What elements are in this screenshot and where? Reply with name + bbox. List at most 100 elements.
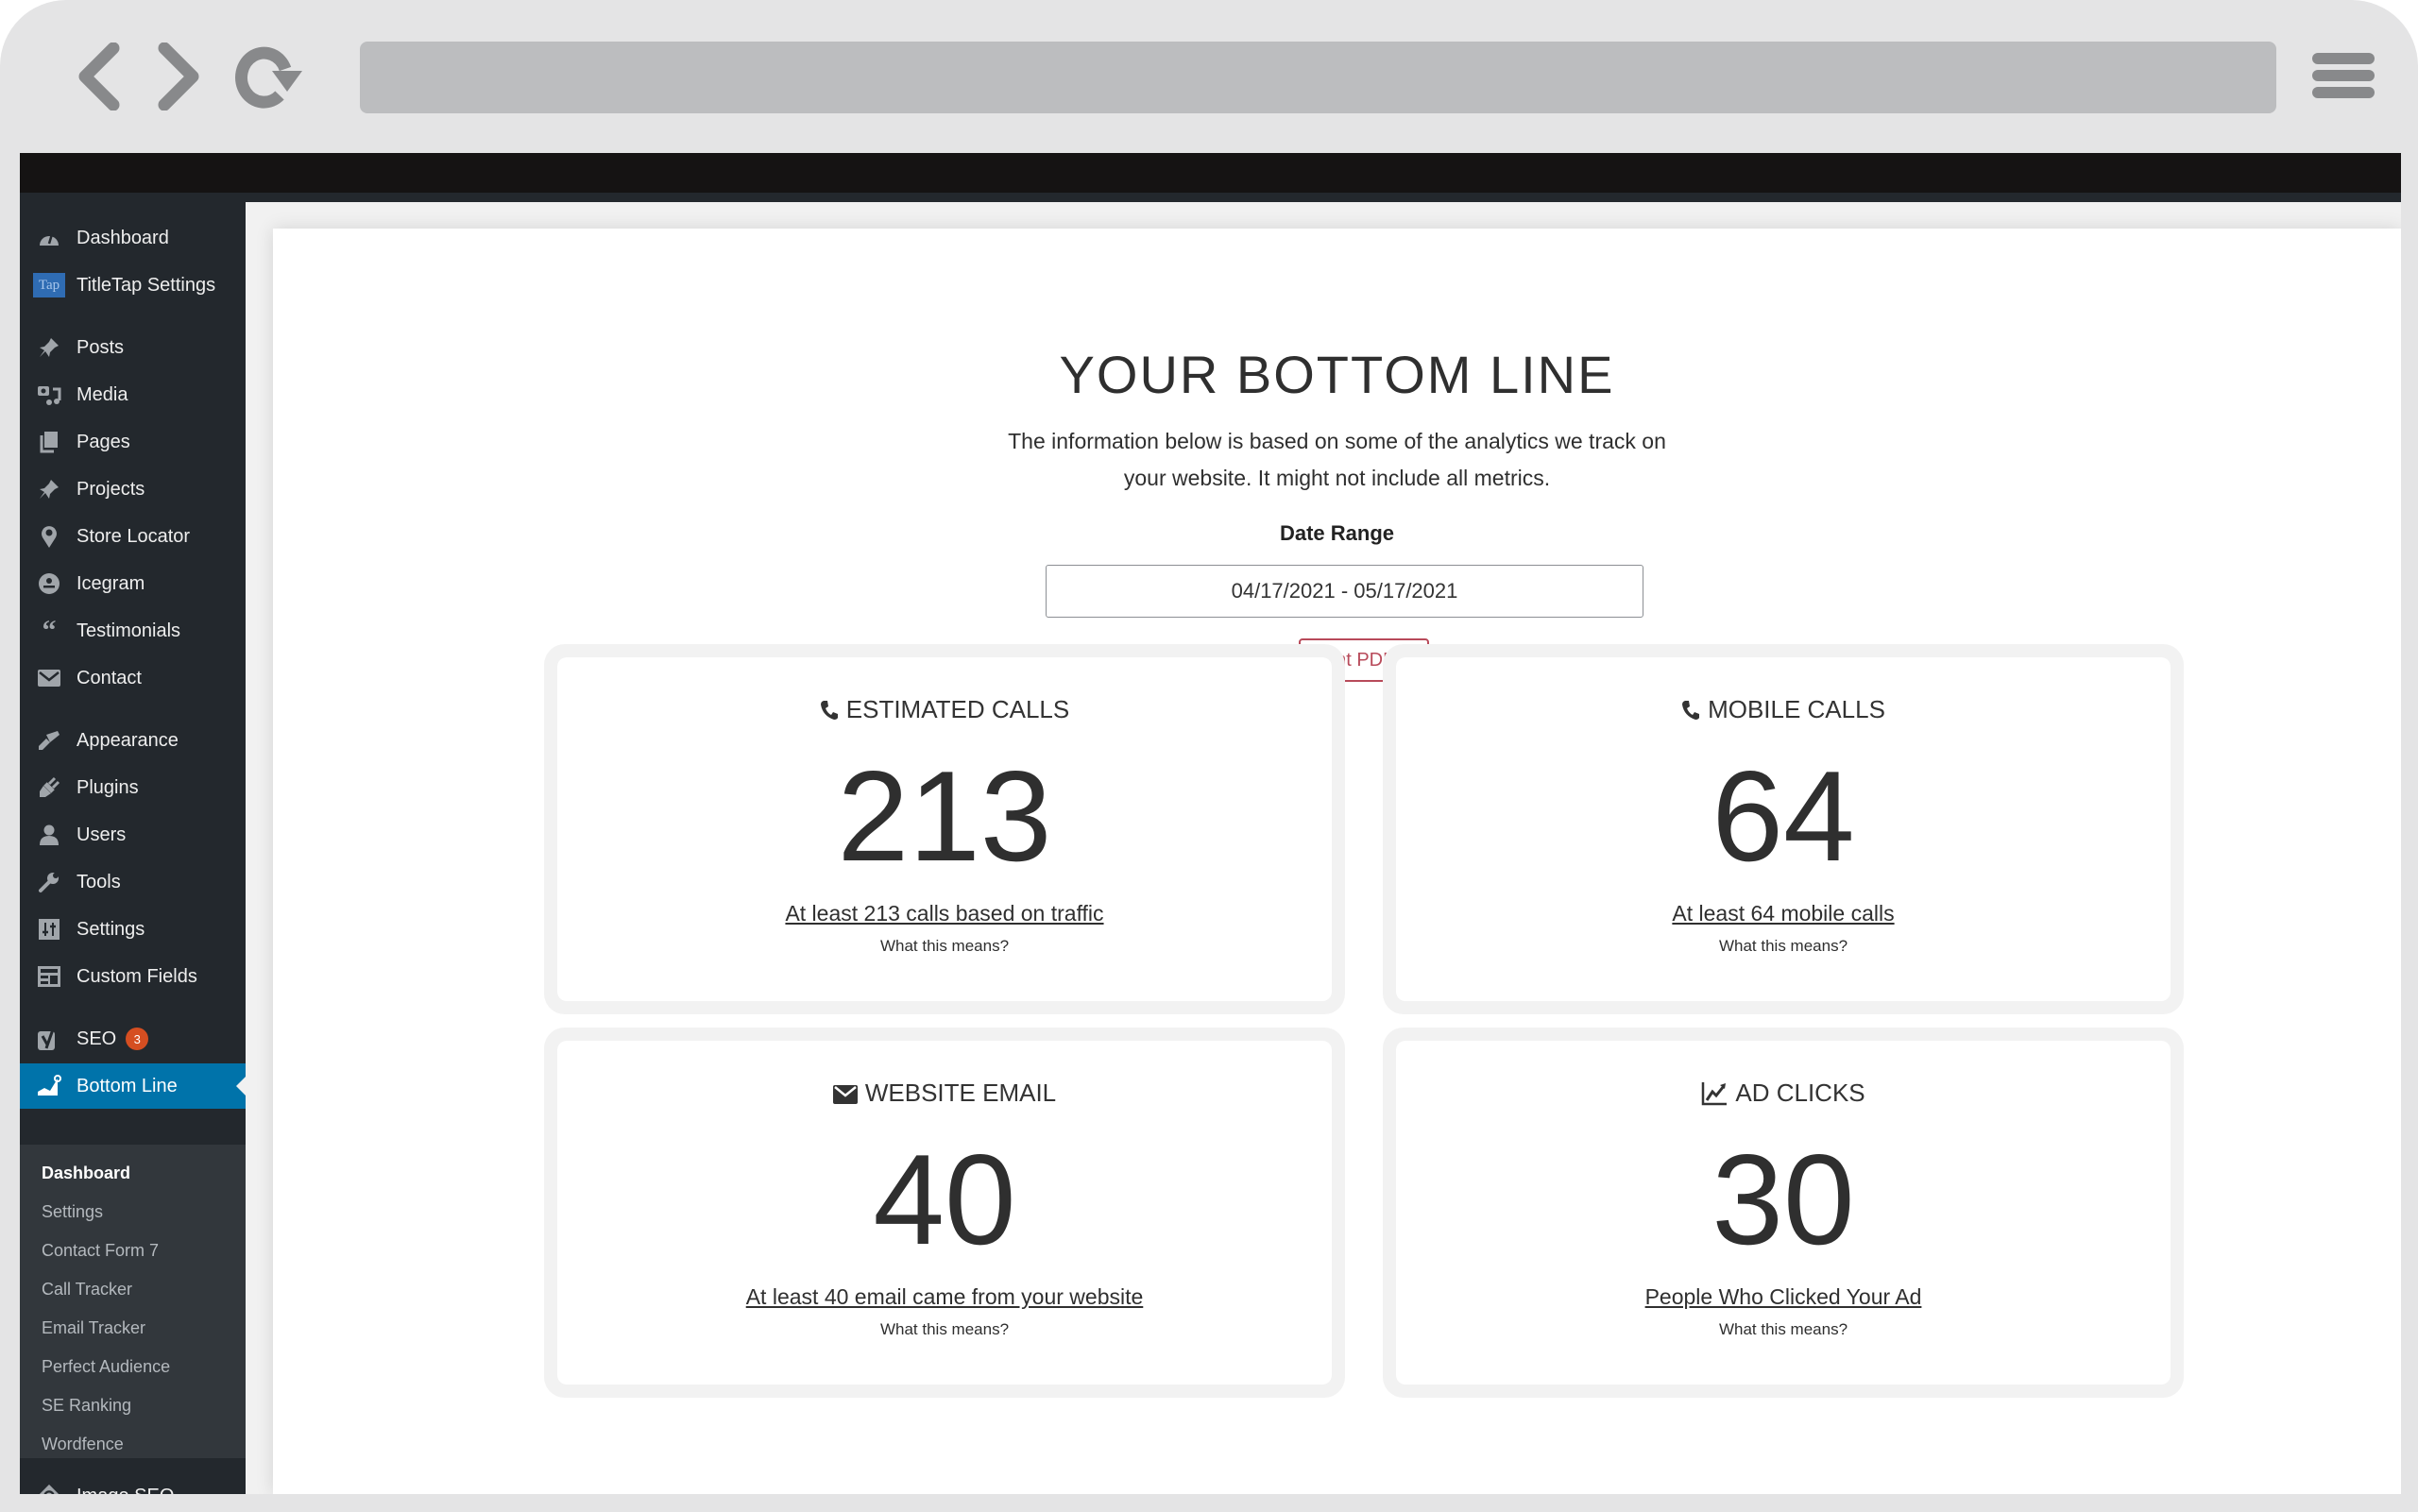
bottom-line-panel: YOUR BOTTOM LINE The information below i… <box>273 229 2401 1494</box>
submenu-item-call-tracker[interactable]: Call Tracker <box>42 1280 132 1300</box>
image-seo-icon <box>37 1484 61 1494</box>
what-this-means-link[interactable]: What this means? <box>1396 1320 2171 1339</box>
reload-icon <box>235 46 302 109</box>
card-title: WEBSITE EMAIL <box>557 1079 1332 1108</box>
date-range-label: Date Range <box>1279 521 1395 545</box>
sidebar-item-label: Image SEO <box>77 1486 174 1495</box>
wrench-icon <box>37 870 61 894</box>
sidebar-item-icegram[interactable]: Icegram <box>20 561 246 606</box>
card-title: ESTIMATED CALLS <box>557 695 1332 724</box>
admin-bar <box>20 153 2401 193</box>
metric-value: 213 <box>837 744 1052 888</box>
sidebar-item-custom-fields[interactable]: Custom Fields <box>20 954 246 999</box>
metric-detail-link[interactable]: At least 213 calls based on traffic <box>557 901 1332 926</box>
sidebar-item-tools[interactable]: Tools <box>20 859 246 905</box>
hamburger-icon <box>2312 53 2375 64</box>
sidebar-item-store-locator[interactable]: Store Locator <box>20 514 246 559</box>
date-range-input[interactable] <box>1046 565 1643 618</box>
submenu-item-settings[interactable]: Settings <box>42 1202 103 1222</box>
sidebar-item-label: Dashboard <box>77 227 169 248</box>
forward-button[interactable] <box>151 42 204 111</box>
back-button[interactable] <box>74 42 127 111</box>
quote-icon: “ <box>42 615 57 646</box>
envelope-icon <box>37 666 61 690</box>
intro-line-1: The information below is based on some o… <box>1008 429 1666 453</box>
table-icon <box>37 964 61 989</box>
metric-detail-link[interactable]: At least 64 mobile calls <box>1396 901 2171 926</box>
sidebar-item-label: Icegram <box>77 572 145 594</box>
pushpin-icon <box>37 335 61 360</box>
sidebar-item-pages[interactable]: Pages <box>20 419 246 465</box>
paintbrush-icon <box>37 728 61 753</box>
metric-detail-link[interactable]: People Who Clicked Your Ad <box>1396 1284 2171 1310</box>
dashboard-icon <box>37 226 61 250</box>
media-icon <box>37 382 61 407</box>
ad-clicks-card: AD CLICKS 30 People Who Clicked Your Ad … <box>1383 1028 2184 1398</box>
what-this-means-link[interactable]: What this means? <box>1396 937 2171 956</box>
card-title: AD CLICKS <box>1396 1079 2171 1108</box>
website-email-card: WEBSITE EMAIL 40 At least 40 email came … <box>544 1028 1345 1398</box>
chevron-left-icon <box>78 42 120 111</box>
sidebar-item-label: TitleTap Settings <box>77 274 216 296</box>
sidebar-item-titletap-settings[interactable]: Tap TitleTap Settings <box>20 263 246 308</box>
sidebar-item-label: Projects <box>77 478 145 500</box>
sidebar-item-media[interactable]: Media <box>20 372 246 417</box>
metric-value: 64 <box>1711 744 1855 888</box>
browser-frame: Dashboard Tap TitleTap Settings Posts Me… <box>0 0 2418 1512</box>
sidebar-item-label: Users <box>77 824 127 845</box>
sidebar-item-appearance[interactable]: Appearance <box>20 718 246 763</box>
notification-badge: 3 <box>126 1028 149 1050</box>
sliders-icon <box>37 917 61 942</box>
sidebar-item-label: Posts <box>77 336 125 358</box>
sidebar-item-label: Tools <box>77 871 121 892</box>
pushpin-icon <box>37 477 61 501</box>
submenu-item-email-tracker[interactable]: Email Tracker <box>42 1318 145 1338</box>
sidebar-item-dashboard[interactable]: Dashboard <box>20 215 246 261</box>
sidebar-item-image-seo[interactable]: Image SEO <box>20 1473 246 1494</box>
sidebar-item-label: Contact <box>77 667 142 688</box>
address-bar[interactable] <box>360 42 2276 113</box>
sidebar-item-testimonials[interactable]: “ Testimonials <box>20 608 246 654</box>
sidebar-item-label: SEO <box>77 1028 117 1049</box>
sidebar-item-label: Media <box>77 383 128 405</box>
sidebar-item-label: Custom Fields <box>77 965 197 987</box>
icegram-icon <box>37 571 61 596</box>
yoast-icon <box>37 1027 61 1051</box>
sidebar-item-label: Testimonials <box>77 620 181 641</box>
chevron-right-icon <box>158 42 199 111</box>
what-this-means-link[interactable]: What this means? <box>557 1320 1332 1339</box>
phone-icon <box>820 700 838 720</box>
submenu-item-se-ranking[interactable]: SE Ranking <box>42 1396 131 1416</box>
sidebar-item-contact[interactable]: Contact <box>20 655 246 701</box>
metric-detail-link[interactable]: At least 40 email came from your website <box>557 1284 1332 1310</box>
active-indicator <box>236 1077 246 1096</box>
chart-line-icon <box>37 1074 61 1098</box>
sidebar-item-plugins[interactable]: Plugins <box>20 765 246 810</box>
sidebar-item-projects[interactable]: Projects <box>20 467 246 512</box>
estimated-calls-card: ESTIMATED CALLS 213 At least 213 calls b… <box>544 644 1345 1014</box>
pages-icon <box>37 430 61 454</box>
submenu-item-perfect-audience[interactable]: Perfect Audience <box>42 1357 170 1377</box>
plug-icon <box>37 775 61 800</box>
intro-text: The information below is based on some o… <box>273 423 2401 497</box>
submenu-item-wordfence[interactable]: Wordfence <box>42 1435 124 1454</box>
reload-button[interactable] <box>230 42 308 110</box>
what-this-means-link[interactable]: What this means? <box>557 937 1332 956</box>
map-pin-icon <box>37 524 61 549</box>
submenu-item-contact-form-7[interactable]: Contact Form 7 <box>42 1241 159 1261</box>
mobile-calls-card: MOBILE CALLS 64 At least 64 mobile calls… <box>1383 644 2184 1014</box>
screen: Dashboard Tap TitleTap Settings Posts Me… <box>20 153 2401 1494</box>
sidebar-item-label: Store Locator <box>77 525 191 547</box>
browser-menu-button[interactable] <box>2312 53 2375 102</box>
sidebar-item-users[interactable]: Users <box>20 812 246 858</box>
sidebar-item-settings[interactable]: Settings <box>20 907 246 952</box>
titletap-icon: Tap <box>33 273 65 297</box>
sidebar-item-bottom-line[interactable]: Bottom Line <box>20 1063 246 1109</box>
sidebar-item-label: Appearance <box>77 729 179 751</box>
sidebar-item-seo[interactable]: SEO 3 <box>20 1016 246 1062</box>
submenu-item-dashboard[interactable]: Dashboard <box>42 1164 130 1183</box>
sidebar-item-label: Bottom Line <box>77 1075 178 1096</box>
card-title: MOBILE CALLS <box>1396 695 2171 724</box>
page-title: YOUR BOTTOM LINE <box>1059 345 1615 404</box>
sidebar-item-posts[interactable]: Posts <box>20 325 246 370</box>
